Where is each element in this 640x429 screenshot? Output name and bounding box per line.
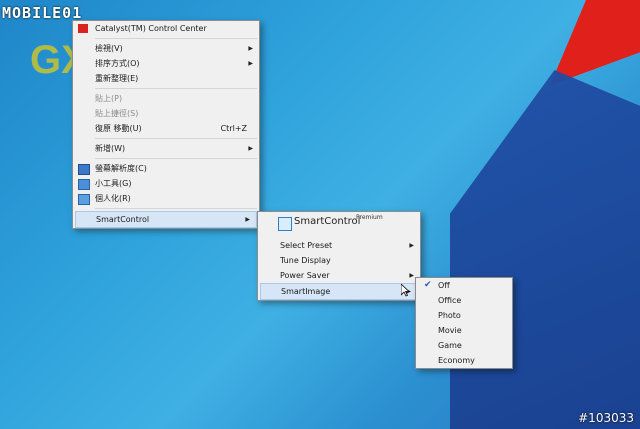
menu-item-photo[interactable]: Photo [416, 308, 512, 323]
menu-separator [95, 158, 257, 159]
menu-item-catalyst[interactable]: Catalyst(TM) Control Center [73, 21, 259, 36]
menu-item-economy[interactable]: Economy [416, 353, 512, 368]
smartcontrol-submenu: SmartControl Premium Select Preset ▶ Tun… [257, 211, 421, 301]
chevron-right-icon: ▶ [409, 242, 414, 249]
chevron-right-icon: ▶ [245, 216, 250, 223]
menu-item-smartcontrol[interactable]: SmartControl ▶ [75, 211, 257, 228]
checkmark-icon: ✔ [424, 280, 432, 290]
chevron-right-icon: ▶ [409, 272, 414, 279]
wallpaper-blue-shape [450, 70, 640, 429]
catalyst-icon [78, 24, 88, 33]
menu-item-movie[interactable]: Movie [416, 323, 512, 338]
desktop-context-menu: Catalyst(TM) Control Center 檢視(V) ▶ 排序方式… [72, 20, 260, 229]
smartimage-submenu: ✔ Off Office Photo Movie Game Economy [415, 277, 513, 369]
menu-item-view[interactable]: 檢視(V) ▶ [73, 41, 259, 56]
menu-item-off[interactable]: ✔ Off [416, 278, 512, 293]
mouse-cursor-icon [401, 284, 410, 297]
menu-item-game[interactable]: Game [416, 338, 512, 353]
chevron-right-icon: ▶ [248, 60, 253, 67]
menu-item-power-saver[interactable]: Power Saver ▶ [258, 268, 420, 283]
smartcontrol-logo-icon [278, 217, 292, 231]
personalize-icon [78, 194, 90, 205]
menu-separator [95, 138, 257, 139]
smartcontrol-header: SmartControl Premium [258, 212, 420, 238]
menu-item-new[interactable]: 新增(W) ▶ [73, 141, 259, 156]
menu-item-select-preset[interactable]: Select Preset ▶ [258, 238, 420, 253]
shortcut-label: Ctrl+Z [220, 124, 247, 133]
menu-item-refresh[interactable]: 重新整理(E) [73, 71, 259, 86]
menu-separator [95, 88, 257, 89]
menu-separator [95, 38, 257, 39]
chevron-right-icon: ▶ [248, 45, 253, 52]
menu-separator [95, 208, 257, 209]
gadgets-icon [78, 179, 90, 190]
menu-item-paste: 貼上(P) [95, 94, 123, 103]
menu-item-screen-resolution[interactable]: 螢幕解析度(C) [73, 161, 259, 176]
menu-item-sort-by[interactable]: 排序方式(O) ▶ [73, 56, 259, 71]
menu-item-paste-shortcut: 貼上捷徑(S) [95, 109, 139, 118]
smartcontrol-premium: Premium [356, 214, 383, 221]
chevron-right-icon: ▶ [248, 145, 253, 152]
menu-item-smartimage[interactable]: SmartImage ▶ [260, 283, 418, 300]
watermark-id: #103033 [578, 411, 634, 425]
menu-item-gadgets[interactable]: 小工具(G) [73, 176, 259, 191]
monitor-icon [78, 164, 90, 175]
menu-item-office[interactable]: Office [416, 293, 512, 308]
smartcontrol-logo: SmartControl [294, 216, 361, 227]
watermark-logo: MOBILE01 [2, 4, 83, 22]
menu-item-undo-move[interactable]: 復原 移動(U) Ctrl+Z [73, 121, 259, 136]
menu-item-personalize[interactable]: 個人化(R) [73, 191, 259, 206]
menu-item-tune-display[interactable]: Tune Display [258, 253, 420, 268]
